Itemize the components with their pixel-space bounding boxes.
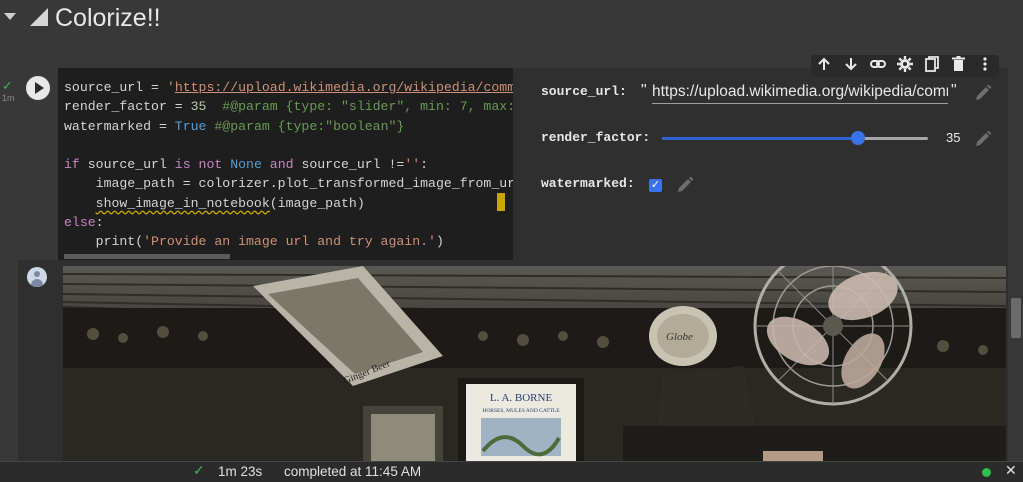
render-factor-label: render_factor: [541,130,651,145]
source-url-label: source_url: [541,84,627,99]
close-status-icon[interactable]: ✕ [1005,462,1017,479]
mirror-cell-icon[interactable] [922,55,942,77]
exec-time: 1m [2,93,15,103]
status-bar [0,461,1023,482]
edit-render-factor-pencil-icon[interactable] [973,129,993,149]
more-vert-icon[interactable] [975,56,995,76]
link-icon[interactable] [868,56,888,76]
watermarked-checkbox[interactable]: ✓ [649,179,662,192]
editor-horizontal-scrollbar[interactable] [64,254,230,259]
collapse-caret-icon[interactable] [4,13,16,20]
gear-icon[interactable] [895,55,915,77]
page-vertical-scrollbar[interactable] [1011,298,1021,338]
url-close-quote: " [951,82,957,99]
exec-success-icon: ✓ [2,78,13,93]
url-open-quote: " [641,82,647,99]
status-completed-text[interactable]: completed at 11:45 AM [284,464,421,479]
arrow-up-icon[interactable] [814,56,834,76]
watermarked-label: watermarked: [541,176,635,191]
source-url-input[interactable]: https://upload.wikimedia.org/wikipedia/c… [652,80,948,104]
sign-subtitle: HORSES, MULES AND CATTLE [482,408,560,414]
section-triangle-icon [30,8,48,26]
colorized-output-image: Ginger Beer Globe L. A. BORNE HORSES, MU… [63,266,1006,461]
status-duration: 1m 23s [218,464,263,479]
run-cell-button[interactable] [26,76,50,100]
cell-toolbar [811,55,999,77]
trash-icon[interactable] [949,56,969,76]
render-factor-slider-fill [662,137,858,140]
edit-watermarked-pencil-icon[interactable] [675,175,695,195]
status-success-icon: ✓ [193,462,205,478]
section-title: Colorize!! [55,4,161,32]
render-factor-value: 35 [946,130,961,145]
connection-status-dot-icon [982,468,991,477]
output-avatar-icon [27,267,47,287]
edit-source-url-pencil-icon[interactable] [973,83,993,103]
code-text: source_url = 'https://upload.wikimedia.o… [64,80,513,250]
plate-text: Globe [666,331,693,343]
arrow-down-icon[interactable] [841,56,861,76]
sign-title: L. A. BORNE [490,392,553,404]
render-factor-slider-thumb[interactable] [851,131,865,145]
code-editor[interactable]: source_url = 'https://upload.wikimedia.o… [58,68,513,260]
editor-scroll-marker [497,193,505,211]
